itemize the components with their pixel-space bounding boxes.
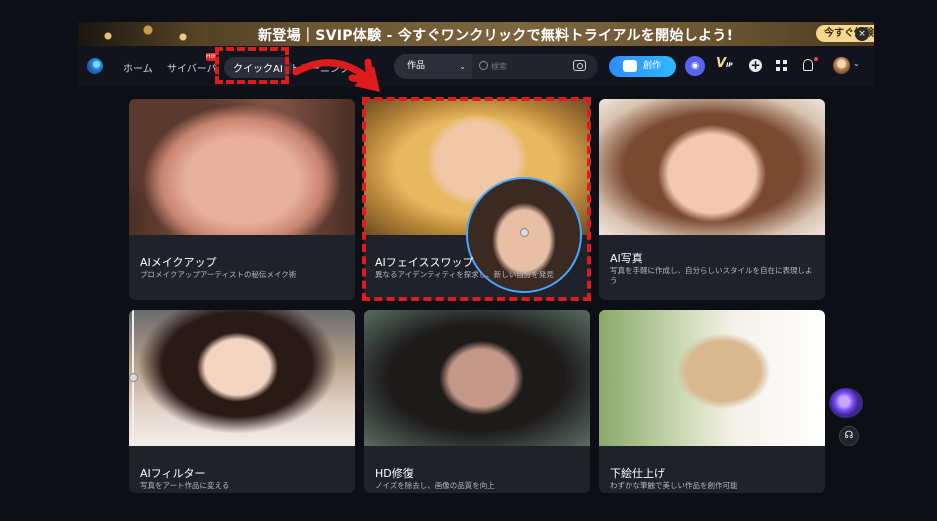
nav-item-cyberpunk[interactable]: サイバーパ xyxy=(167,60,217,75)
card-title: AIフィルター xyxy=(140,467,206,480)
create-label: 創作 xyxy=(643,61,662,71)
chevron-down-icon[interactable]: ⌄ xyxy=(853,59,860,68)
vip-icon[interactable]: VIP xyxy=(716,56,733,71)
support-icon[interactable]: ☊ xyxy=(839,426,859,446)
card-image xyxy=(599,310,825,446)
search-category-label: 作品 xyxy=(407,61,426,71)
card-image xyxy=(129,310,355,446)
card-description: プロメイクアップアーティストの秘伝メイク術 xyxy=(140,270,297,279)
card-title: AI写真 xyxy=(610,252,643,265)
card-description: 写真を手軽に作成し、自分らしいスタイルを自在に表現しよう xyxy=(610,266,813,285)
create-icon xyxy=(623,60,637,72)
vip-label: V xyxy=(716,56,727,71)
promo-banner[interactable]: 新登場｜SVIP体験 - 今すぐワンクリックで無料トライアルを開始しよう! 今す… xyxy=(78,22,874,46)
card-image xyxy=(129,99,355,235)
annotation-box-card xyxy=(362,97,591,301)
card-ai-photo[interactable]: AI写真 写真を手軽に作成し、自分らしいスタイルを自在に表現しよう xyxy=(599,99,825,300)
card-image xyxy=(364,310,590,446)
search-input[interactable] xyxy=(491,59,571,74)
nav-item-home[interactable]: ホーム xyxy=(123,60,153,75)
camera-icon[interactable] xyxy=(573,60,586,71)
ai-assistant-icon[interactable] xyxy=(829,388,863,418)
search-icon xyxy=(479,61,488,70)
card-title: AIメイクアップ xyxy=(140,256,217,269)
slider-handle[interactable] xyxy=(129,373,138,382)
bell-icon[interactable] xyxy=(803,59,813,71)
card-sketch-finish[interactable]: 下絵仕上げ わずかな筆触で美しい作品を創作可能 xyxy=(599,310,825,493)
annotation-box-nav xyxy=(215,47,289,84)
card-hd-restore[interactable]: HD修復 ノイズを除去し、画像の品質を向上 xyxy=(364,310,590,493)
card-description: ノイズを除去し、画像の品質を向上 xyxy=(375,481,495,490)
card-title: 下絵仕上げ xyxy=(610,467,665,480)
top-nav: ホーム サイバーパ Hot クイックAI トレーニング 作品 ⌄ 創作 ◉ VI… xyxy=(78,46,874,87)
create-button[interactable]: 創作 xyxy=(609,56,676,77)
card-title: HD修復 xyxy=(375,467,414,480)
banner-text: 新登場｜SVIP体験 - 今すぐワンクリックで無料トライアルを開始しよう! xyxy=(258,28,734,44)
notification-dot xyxy=(814,57,818,61)
grid-icon[interactable] xyxy=(776,60,787,71)
card-ai-makeup[interactable]: AIメイクアップ プロメイクアップアーティストの秘伝メイク術 xyxy=(129,99,355,300)
card-description: わずかな筆触で美しい作品を創作可能 xyxy=(610,481,738,490)
card-image xyxy=(599,99,825,235)
card-ai-filter[interactable]: AIフィルター 写真をアート作品に変える xyxy=(129,310,355,493)
avatar[interactable] xyxy=(833,57,850,74)
vip-sub-label: IP xyxy=(726,62,733,69)
search-category-select[interactable]: 作品 ⌄ xyxy=(394,54,472,79)
close-icon[interactable]: × xyxy=(855,27,869,41)
chevron-down-icon: ⌄ xyxy=(459,62,466,71)
plus-icon[interactable]: + xyxy=(749,59,762,72)
card-description: 写真をアート作品に変える xyxy=(140,481,230,490)
annotation-arrow xyxy=(292,58,380,92)
banner-artwork xyxy=(78,22,208,46)
logo-icon[interactable] xyxy=(87,58,103,74)
search-bar: 作品 ⌄ xyxy=(394,54,598,79)
discord-icon[interactable]: ◉ xyxy=(685,56,705,76)
